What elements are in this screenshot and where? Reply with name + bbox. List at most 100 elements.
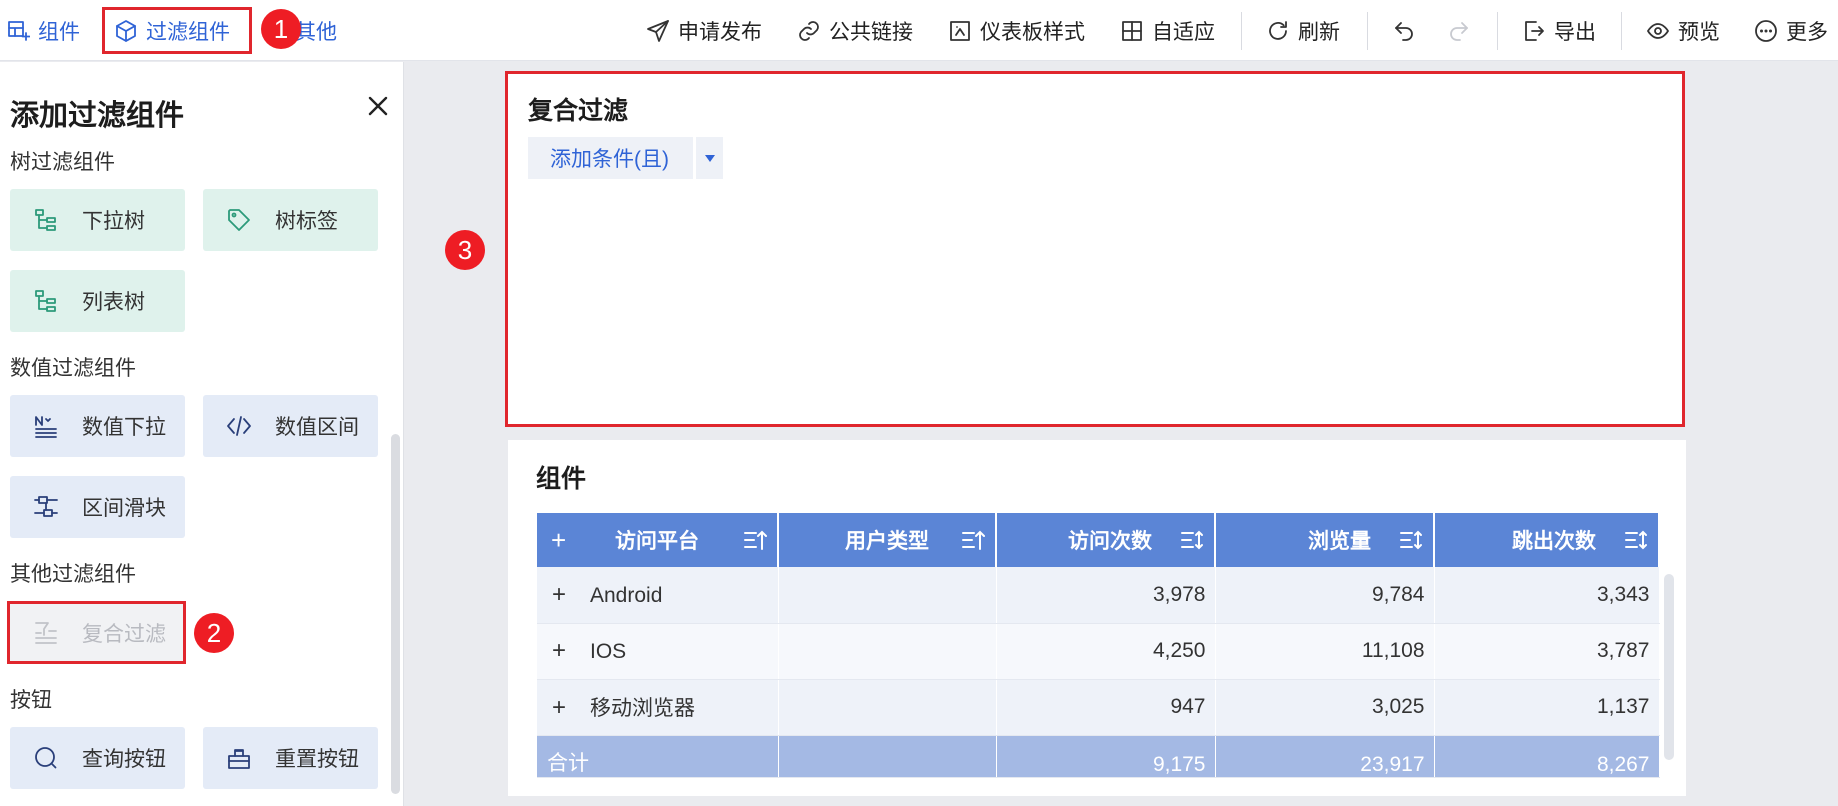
section-title-tree: 树过滤组件 [10, 151, 115, 174]
list-tree-card[interactable]: 列表树 [10, 270, 185, 332]
total-user-type-cell [778, 735, 997, 778]
views-cell: 9,784 [1215, 567, 1435, 624]
add-filter-panel: 添加过滤组件 树过滤组件 下拉树 树标签 列表树 数值过滤组件 数值下拉 数值区… [0, 62, 404, 806]
expand-row-icon[interactable]: + [552, 694, 576, 722]
more-button[interactable]: 更多 [1754, 0, 1828, 61]
bounces-cell: 3,787 [1434, 623, 1660, 680]
views-cell: 11,108 [1215, 623, 1435, 680]
toolbar-divider [1621, 12, 1622, 50]
preview-icon [1647, 22, 1669, 39]
close-panel-button[interactable] [364, 92, 392, 120]
table-scrollbar[interactable] [1664, 574, 1674, 760]
bounces-cell: 3,343 [1434, 567, 1660, 624]
components-menu-label: 组件 [38, 20, 80, 44]
total-label-cell: 合计 [537, 735, 779, 778]
tree-tag-card[interactable]: 树标签 [203, 189, 378, 251]
preview-button[interactable]: 预览 [1646, 0, 1720, 61]
tree-icon [32, 287, 60, 315]
more-label: 更多 [1786, 20, 1828, 44]
platform-cell: + IOS [537, 623, 779, 680]
numeric-dropdown-icon [32, 412, 60, 440]
dropdown-tree-label: 下拉树 [82, 210, 145, 233]
export-label: 导出 [1554, 20, 1596, 44]
public-link-label: 公共链接 [829, 20, 913, 44]
style-icon [950, 20, 970, 41]
grid-icon [1122, 20, 1142, 41]
sort-icon[interactable] [1180, 529, 1204, 551]
user-type-cell [778, 623, 997, 680]
tree-tag-label: 树标签 [275, 210, 338, 233]
column-header-visits[interactable]: 访问次数 [996, 513, 1216, 567]
visits-cell: 3,978 [996, 567, 1216, 624]
column-header-user-type[interactable]: 用户类型 [778, 513, 997, 567]
table-row: + 移动浏览器 947 3,025 1,137 [537, 679, 1660, 736]
search-icon [32, 744, 60, 772]
expand-all-icon[interactable]: + [551, 525, 566, 556]
apply-publish-label: 申请发布 [678, 20, 762, 44]
preview-label: 预览 [1678, 20, 1720, 44]
link-icon [799, 20, 819, 41]
column-header-bounces[interactable]: 跳出次数 [1434, 513, 1660, 567]
export-icon [1525, 20, 1544, 41]
sort-icon[interactable] [1624, 529, 1648, 551]
sort-icon[interactable] [1399, 529, 1423, 551]
data-table: + 访问平台 用户类型 访问次数 浏览量 跳出次数 + Android 3,97… [537, 513, 1660, 778]
redo-button[interactable] [1447, 0, 1471, 61]
toolbar-divider [1497, 12, 1498, 50]
panel-title: 添加过滤组件 [10, 100, 185, 132]
dashboard-style-label: 仪表板样式 [980, 20, 1085, 44]
slider-icon [32, 493, 60, 521]
sort-asc-icon[interactable] [961, 529, 985, 551]
reset-icon [225, 744, 253, 772]
query-button-card[interactable]: 查询按钮 [10, 727, 185, 789]
table-widget-title: 组件 [536, 465, 587, 493]
numeric-dropdown-card[interactable]: 数值下拉 [10, 395, 185, 457]
query-button-label: 查询按钮 [82, 748, 166, 771]
section-title-numeric: 数值过滤组件 [10, 357, 136, 380]
numeric-range-card[interactable]: 数值区间 [203, 395, 378, 457]
adaptive-button[interactable]: 自适应 [1120, 0, 1215, 61]
adaptive-label: 自适应 [1152, 20, 1215, 44]
send-icon [647, 19, 669, 42]
undo-button[interactable] [1392, 0, 1416, 61]
refresh-icon [1269, 20, 1287, 40]
section-title-buttons: 按钮 [10, 689, 52, 712]
bounces-cell: 1,137 [1434, 679, 1660, 736]
refresh-button[interactable]: 刷新 [1266, 0, 1340, 61]
expand-row-icon[interactable]: + [552, 637, 576, 665]
apply-publish-button[interactable]: 申请发布 [646, 0, 762, 61]
public-link-button[interactable]: 公共链接 [797, 0, 913, 61]
table-header-row: + 访问平台 用户类型 访问次数 浏览量 跳出次数 [537, 513, 1660, 567]
sort-asc-icon[interactable] [743, 529, 767, 551]
range-slider-card[interactable]: 区间滑块 [10, 476, 185, 538]
other-menu[interactable]: 其他 [295, 0, 337, 61]
step-badge-3: 3 [445, 230, 485, 270]
views-cell: 3,025 [1215, 679, 1435, 736]
panel-scrollbar[interactable] [391, 434, 400, 794]
reset-button-card[interactable]: 重置按钮 [203, 727, 378, 789]
other-menu-label: 其他 [295, 20, 337, 44]
column-header-platform[interactable]: + 访问平台 [537, 513, 779, 567]
user-type-cell [778, 567, 997, 624]
total-visits-cell: 9,175 [996, 735, 1216, 778]
table-row: + Android 3,978 9,784 3,343 [537, 567, 1660, 624]
code-range-icon [225, 412, 253, 440]
tree-icon [32, 206, 60, 234]
platform-cell: + 移动浏览器 [537, 679, 779, 736]
range-slider-label: 区间滑块 [82, 497, 166, 520]
table-row: + IOS 4,250 11,108 3,787 [537, 623, 1660, 680]
column-header-views[interactable]: 浏览量 [1215, 513, 1435, 567]
numeric-dropdown-label: 数值下拉 [82, 416, 166, 439]
redo-icon [1450, 21, 1468, 41]
export-button[interactable]: 导出 [1522, 0, 1596, 61]
expand-row-icon[interactable]: + [552, 581, 576, 609]
filter-components-highlight [102, 7, 252, 54]
dropdown-tree-card[interactable]: 下拉树 [10, 189, 185, 251]
total-views-cell: 23,917 [1215, 735, 1435, 778]
add-component-icon [8, 20, 30, 41]
step-badge-1: 1 [261, 9, 301, 49]
more-icon [1755, 19, 1777, 42]
dashboard-style-button[interactable]: 仪表板样式 [948, 0, 1085, 61]
components-menu[interactable]: 组件 [6, 0, 80, 61]
section-title-other: 其他过滤组件 [10, 563, 136, 586]
